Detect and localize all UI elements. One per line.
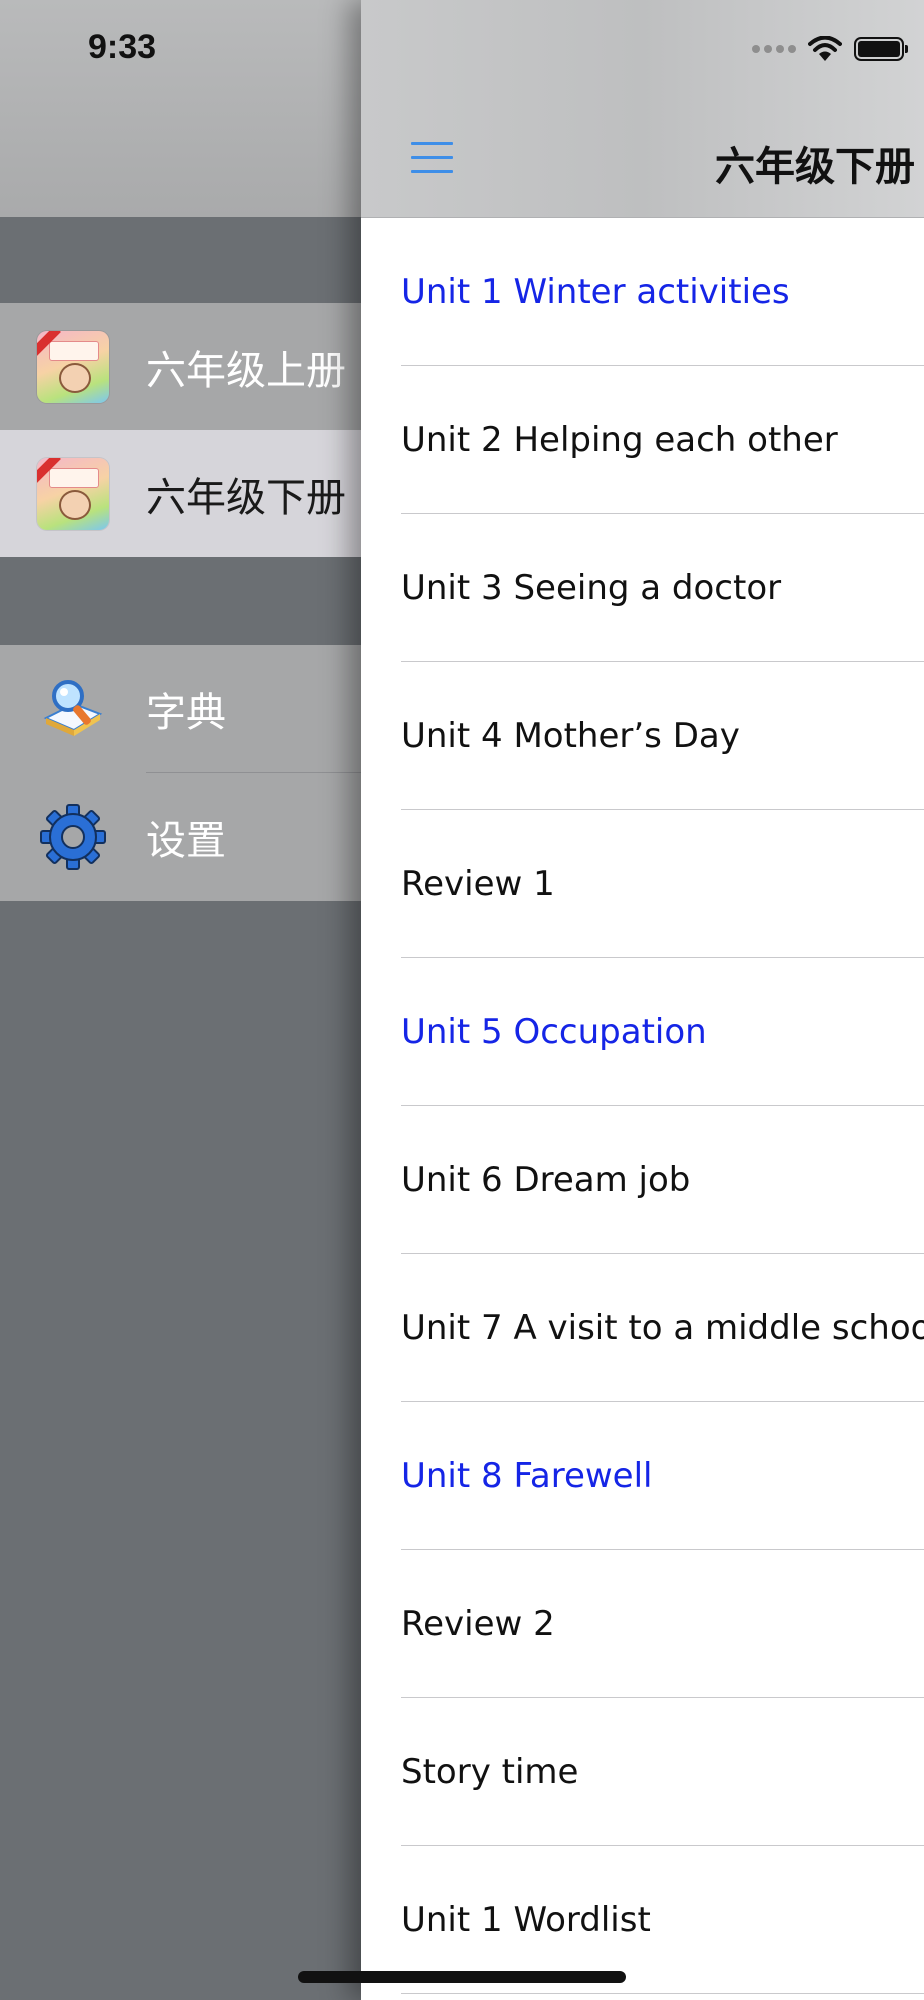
side-drawer: 9:33 六年级上册 六年级下册 字典 设置 <box>0 0 362 2000</box>
main-panel: 六年级下册 Unit 1 Winter activities Unit 2 He… <box>361 0 924 2000</box>
list-item[interactable]: Review 1 <box>361 810 924 958</box>
textbook-cover-icon <box>36 457 110 531</box>
list-item-label: Unit 6 Dream job <box>401 1160 691 1200</box>
list-item[interactable]: Unit 8 Farewell <box>361 1402 924 1550</box>
menu-item-label: 六年级上册 <box>146 347 346 394</box>
list-item-label: Unit 2 Helping each other <box>401 420 838 460</box>
battery-icon <box>854 37 908 61</box>
drawer-spacer <box>0 217 362 303</box>
list-item-label: Unit 1 Wordlist <box>401 1900 651 1940</box>
list-item[interactable]: Unit 5 Occupation <box>361 958 924 1106</box>
page-title: 六年级下册 <box>715 144 915 190</box>
menu-item-dictionary[interactable]: 字典 <box>0 645 362 772</box>
list-item[interactable]: Unit 1 Winter activities <box>361 218 924 366</box>
dictionary-magnifier-icon <box>36 672 110 746</box>
menu-item-settings[interactable]: 设置 <box>0 773 362 900</box>
menu-item-label: 设置 <box>146 817 226 864</box>
textbook-cover-icon <box>36 330 110 404</box>
navigation-bar: 六年级下册 <box>361 0 924 218</box>
gear-icon <box>36 800 110 874</box>
list-item-label: Unit 7 A visit to a middle school <box>401 1308 924 1348</box>
wifi-icon <box>808 36 842 61</box>
list-item-label: Story time <box>401 1752 579 1792</box>
menu-item-label: 字典 <box>146 689 226 736</box>
list-item-label: Unit 1 Winter activities <box>401 272 790 312</box>
cellular-signal-icon <box>752 45 796 53</box>
list-item[interactable]: Unit 4 Mother’s Day <box>361 662 924 810</box>
row-divider <box>401 1993 924 1994</box>
list-item-label: Unit 4 Mother’s Day <box>401 716 740 756</box>
menu-item-grade6-vol2[interactable]: 六年级下册 <box>0 430 362 557</box>
unit-list: Unit 1 Winter activities Unit 2 Helping … <box>361 218 924 1994</box>
tools-menu-group: 字典 设置 <box>0 645 362 901</box>
status-indicators <box>752 36 908 62</box>
menu-item-grade6-vol1[interactable]: 六年级上册 <box>0 303 362 430</box>
home-indicator[interactable] <box>298 1971 626 1983</box>
list-item[interactable]: Story time <box>361 1698 924 1846</box>
list-item-label: Unit 5 Occupation <box>401 1012 707 1052</box>
list-item[interactable]: Unit 3 Seeing a doctor <box>361 514 924 662</box>
list-item[interactable]: Unit 6 Dream job <box>361 1106 924 1254</box>
status-time: 9:33 <box>88 28 157 66</box>
list-item[interactable]: Review 2 <box>361 1550 924 1698</box>
drawer-header: 9:33 <box>0 0 362 217</box>
list-item-label: Unit 8 Farewell <box>401 1456 653 1496</box>
list-item[interactable]: Unit 7 A visit to a middle school <box>361 1254 924 1402</box>
hamburger-menu-icon[interactable] <box>411 140 455 176</box>
list-item-label: Unit 3 Seeing a doctor <box>401 568 782 608</box>
book-menu-group: 六年级上册 六年级下册 <box>0 303 362 557</box>
list-item-label: Review 2 <box>401 1604 555 1644</box>
menu-item-label: 六年级下册 <box>146 474 346 521</box>
list-item[interactable]: Unit 2 Helping each other <box>361 366 924 514</box>
list-item-label: Review 1 <box>401 864 555 904</box>
